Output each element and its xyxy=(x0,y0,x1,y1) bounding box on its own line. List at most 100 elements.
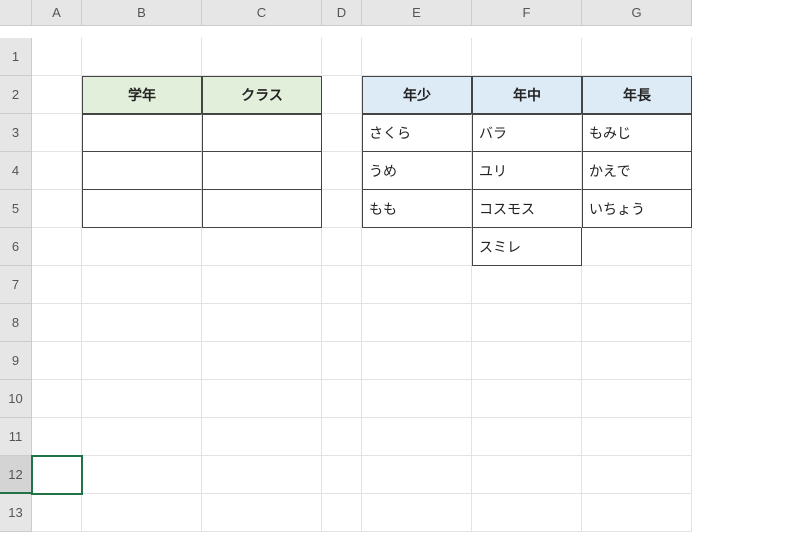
row-header-6[interactable]: 6 xyxy=(0,228,32,266)
cell-A9[interactable] xyxy=(32,342,82,380)
cell-C7[interactable] xyxy=(202,266,322,304)
cell-A5[interactable] xyxy=(32,190,82,228)
cell-A1[interactable] xyxy=(32,38,82,76)
cell-D4[interactable] xyxy=(322,152,362,190)
cell-E11[interactable] xyxy=(362,418,472,456)
cell-D3[interactable] xyxy=(322,114,362,152)
cell-B4[interactable] xyxy=(82,152,202,190)
cell-G9[interactable] xyxy=(582,342,692,380)
cell-D12[interactable] xyxy=(322,456,362,494)
cell-D6[interactable] xyxy=(322,228,362,266)
row-header-1[interactable]: 1 xyxy=(0,38,32,76)
cell-C6[interactable] xyxy=(202,228,322,266)
cell-A8[interactable] xyxy=(32,304,82,342)
cell-G2[interactable]: 年長 xyxy=(582,76,692,114)
cell-A7[interactable] xyxy=(32,266,82,304)
cell-F3[interactable]: バラ xyxy=(472,114,582,152)
cell-E7[interactable] xyxy=(362,266,472,304)
cell-D9[interactable] xyxy=(322,342,362,380)
col-header-B[interactable]: B xyxy=(82,0,202,26)
cell-E3[interactable]: さくら xyxy=(362,114,472,152)
cell-G4[interactable]: かえで xyxy=(582,152,692,190)
cell-G3[interactable]: もみじ xyxy=(582,114,692,152)
cell-A11[interactable] xyxy=(32,418,82,456)
cell-E13[interactable] xyxy=(362,494,472,532)
cell-A6[interactable] xyxy=(32,228,82,266)
cell-F13[interactable] xyxy=(472,494,582,532)
cell-C12[interactable] xyxy=(202,456,322,494)
cell-B12[interactable] xyxy=(82,456,202,494)
cell-F12[interactable] xyxy=(472,456,582,494)
cell-G12[interactable] xyxy=(582,456,692,494)
cell-E4[interactable]: うめ xyxy=(362,152,472,190)
cell-G6[interactable] xyxy=(582,228,692,266)
cell-B8[interactable] xyxy=(82,304,202,342)
cell-E6[interactable] xyxy=(362,228,472,266)
cell-B1[interactable] xyxy=(82,38,202,76)
cell-B6[interactable] xyxy=(82,228,202,266)
row-header-12[interactable]: 12 xyxy=(0,456,32,494)
cell-A13[interactable] xyxy=(32,494,82,532)
row-header-8[interactable]: 8 xyxy=(0,304,32,342)
cell-B2[interactable]: 学年 xyxy=(82,76,202,114)
cell-D5[interactable] xyxy=(322,190,362,228)
cell-A4[interactable] xyxy=(32,152,82,190)
cell-G8[interactable] xyxy=(582,304,692,342)
cell-C10[interactable] xyxy=(202,380,322,418)
row-header-10[interactable]: 10 xyxy=(0,380,32,418)
cell-B9[interactable] xyxy=(82,342,202,380)
cell-C3[interactable] xyxy=(202,114,322,152)
cell-C2[interactable]: クラス xyxy=(202,76,322,114)
cell-E8[interactable] xyxy=(362,304,472,342)
cell-F8[interactable] xyxy=(472,304,582,342)
cell-C13[interactable] xyxy=(202,494,322,532)
select-all-corner[interactable] xyxy=(0,0,32,26)
cell-G5[interactable]: いちょう xyxy=(582,190,692,228)
row-header-4[interactable]: 4 xyxy=(0,152,32,190)
cell-E12[interactable] xyxy=(362,456,472,494)
cell-A3[interactable] xyxy=(32,114,82,152)
cell-G13[interactable] xyxy=(582,494,692,532)
cell-B10[interactable] xyxy=(82,380,202,418)
cell-D13[interactable] xyxy=(322,494,362,532)
col-header-F[interactable]: F xyxy=(472,0,582,26)
cell-E9[interactable] xyxy=(362,342,472,380)
cell-C8[interactable] xyxy=(202,304,322,342)
cell-F4[interactable]: ユリ xyxy=(472,152,582,190)
col-header-C[interactable]: C xyxy=(202,0,322,26)
cell-G7[interactable] xyxy=(582,266,692,304)
cell-F9[interactable] xyxy=(472,342,582,380)
col-header-E[interactable]: E xyxy=(362,0,472,26)
cell-E10[interactable] xyxy=(362,380,472,418)
cell-A2[interactable] xyxy=(32,76,82,114)
col-header-A[interactable]: A xyxy=(32,0,82,26)
cell-C9[interactable] xyxy=(202,342,322,380)
cell-C5[interactable] xyxy=(202,190,322,228)
col-header-G[interactable]: G xyxy=(582,0,692,26)
cell-E2[interactable]: 年少 xyxy=(362,76,472,114)
row-header-11[interactable]: 11 xyxy=(0,418,32,456)
row-header-13[interactable]: 13 xyxy=(0,494,32,532)
cell-D11[interactable] xyxy=(322,418,362,456)
cell-F7[interactable] xyxy=(472,266,582,304)
row-header-5[interactable]: 5 xyxy=(0,190,32,228)
cell-E1[interactable] xyxy=(362,38,472,76)
cell-F10[interactable] xyxy=(472,380,582,418)
row-header-3[interactable]: 3 xyxy=(0,114,32,152)
cell-D1[interactable] xyxy=(322,38,362,76)
cell-G10[interactable] xyxy=(582,380,692,418)
cell-G11[interactable] xyxy=(582,418,692,456)
cell-B11[interactable] xyxy=(82,418,202,456)
cell-C1[interactable] xyxy=(202,38,322,76)
cell-F2[interactable]: 年中 xyxy=(472,76,582,114)
cell-F5[interactable]: コスモス xyxy=(472,190,582,228)
col-header-D[interactable]: D xyxy=(322,0,362,26)
cell-B13[interactable] xyxy=(82,494,202,532)
cell-A10[interactable] xyxy=(32,380,82,418)
cell-C4[interactable] xyxy=(202,152,322,190)
row-header-2[interactable]: 2 xyxy=(0,76,32,114)
cell-D10[interactable] xyxy=(322,380,362,418)
row-header-7[interactable]: 7 xyxy=(0,266,32,304)
cell-B5[interactable] xyxy=(82,190,202,228)
cell-E5[interactable]: もも xyxy=(362,190,472,228)
